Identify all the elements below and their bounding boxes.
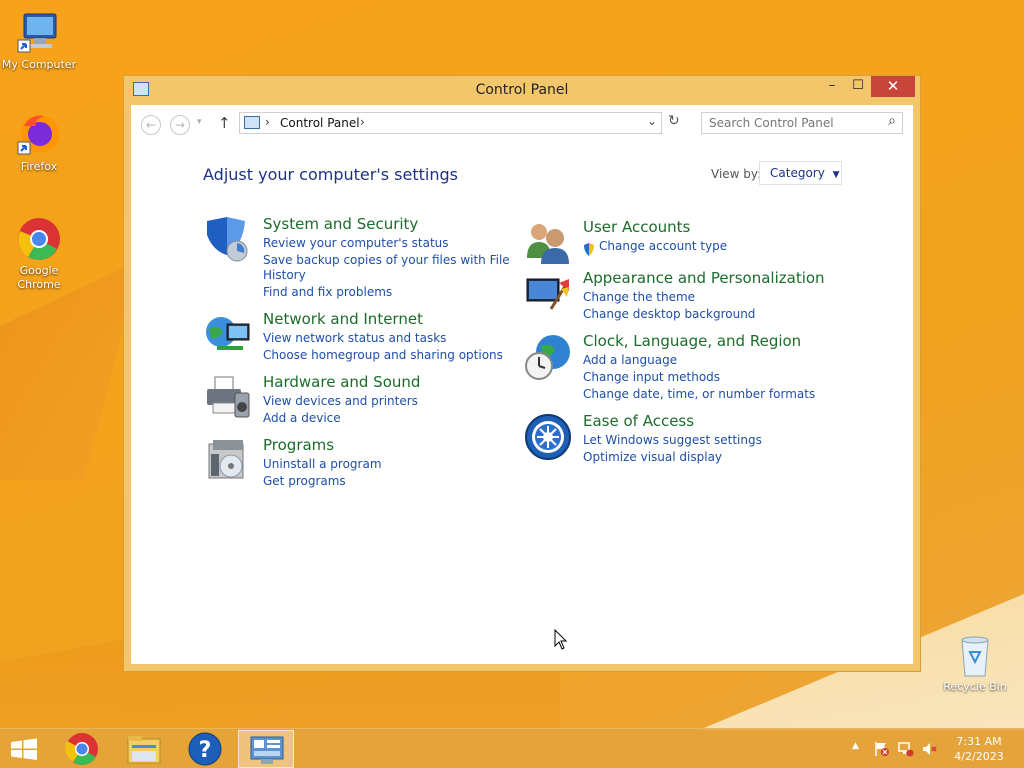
window-title: Control Panel <box>475 82 569 98</box>
minimize-button[interactable]: – <box>818 76 846 97</box>
recycle-bin-icon <box>952 632 998 678</box>
taskbar: ? ▲ 7:31 AM 4/2/2023 <box>0 728 1024 768</box>
forward-button[interactable]: → <box>170 115 190 135</box>
category-title[interactable]: Appearance and Personalization <box>583 269 825 287</box>
desktop-icon-recycle-bin[interactable]: Recycle Bin <box>936 632 1014 694</box>
recent-locations-button[interactable]: ▾ <box>197 117 202 127</box>
link-change-account-type[interactable]: Change account type <box>599 239 727 254</box>
search-icon[interactable]: ⌕ <box>888 113 896 129</box>
category-title[interactable]: Ease of Access <box>583 412 694 430</box>
chrome-icon <box>16 216 62 262</box>
link-get-programs[interactable]: Get programs <box>263 474 346 489</box>
category-title[interactable]: Hardware and Sound <box>263 373 420 391</box>
link-review-status[interactable]: Review your computer's status <box>263 236 449 251</box>
taskbar-control-panel[interactable] <box>238 730 294 768</box>
breadcrumb-separator[interactable]: › <box>360 115 365 129</box>
show-hidden-icons-button[interactable]: ▲ <box>852 741 859 751</box>
link-devices-printers[interactable]: View devices and printers <box>263 394 418 409</box>
link-network-status[interactable]: View network status and tasks <box>263 331 446 346</box>
network-icon[interactable] <box>898 741 914 757</box>
link-uninstall-program[interactable]: Uninstall a program <box>263 457 382 472</box>
category-title[interactable]: System and Security <box>263 215 418 233</box>
appearance-icon[interactable] <box>523 269 573 319</box>
computer-icon <box>16 10 62 56</box>
desktop-icon-label: My Computer <box>1 58 77 71</box>
link-find-fix-problems[interactable]: Find and fix problems <box>263 285 392 300</box>
link-change-date-time-formats[interactable]: Change date, time, or number formats <box>583 387 815 402</box>
page-title: Adjust your computer's settings <box>203 165 458 184</box>
desktop-icon-my-computer[interactable]: My Computer <box>0 10 78 72</box>
link-backup-files-history[interactable]: History <box>263 268 306 283</box>
view-by-dropdown[interactable]: Category ▼ <box>759 161 842 185</box>
breadcrumb-control-panel[interactable]: Control Panel <box>280 116 360 130</box>
navigation-bar: ← → ▾ ↑ › Control Panel › ⌄ ↻ Search Con… <box>131 105 913 143</box>
taskbar-file-explorer[interactable] <box>116 730 172 768</box>
link-windows-suggest-settings[interactable]: Let Windows suggest settings <box>583 433 762 448</box>
view-by-label: View by: <box>711 167 762 181</box>
action-center-flag-icon[interactable] <box>874 741 890 757</box>
taskbar-clock[interactable]: 7:31 AM 4/2/2023 <box>948 734 1010 764</box>
address-dropdown-button[interactable]: ⌄ <box>647 114 657 128</box>
category-title[interactable]: Programs <box>263 436 334 454</box>
address-bar[interactable]: › Control Panel › ⌄ <box>239 112 662 134</box>
clock-time: 7:31 AM <box>956 735 1002 748</box>
user-accounts-icon[interactable] <box>523 218 573 268</box>
link-change-input-methods[interactable]: Change input methods <box>583 370 720 385</box>
taskbar-chrome[interactable] <box>54 730 110 768</box>
start-button[interactable] <box>0 730 56 768</box>
clock-globe-icon[interactable] <box>523 332 573 382</box>
clock-date: 4/2/2023 <box>954 750 1004 763</box>
uac-shield-icon <box>583 241 595 256</box>
desktop-icon-label: Firefox <box>20 160 58 173</box>
control-panel-icon <box>244 116 260 129</box>
mouse-cursor-icon <box>554 628 568 651</box>
svg-text:?: ? <box>199 738 212 763</box>
category-title[interactable]: User Accounts <box>583 218 690 236</box>
link-change-desktop-background[interactable]: Change desktop background <box>583 307 755 322</box>
desktop-icon-chrome[interactable]: Google Chrome <box>0 216 78 292</box>
desktop-icon-label: Recycle Bin <box>943 680 1007 693</box>
chevron-down-icon: ▼ <box>832 170 840 180</box>
search-input[interactable]: Search Control Panel ⌕ <box>701 112 903 134</box>
up-button[interactable]: ↑ <box>218 114 231 132</box>
link-add-device[interactable]: Add a device <box>263 411 341 426</box>
control-panel-window: Control Panel – ☐ ✕ ← → ▾ ↑ › Control Pa… <box>123 75 921 672</box>
network-globe-icon[interactable] <box>203 310 253 360</box>
wallpaper-shape <box>0 260 140 480</box>
volume-muted-icon[interactable] <box>922 741 938 757</box>
category-title[interactable]: Network and Internet <box>263 310 423 328</box>
firefox-icon <box>16 112 62 158</box>
printer-icon[interactable] <box>203 373 253 423</box>
refresh-button[interactable]: ↻ <box>668 113 680 129</box>
window-content: ← → ▾ ↑ › Control Panel › ⌄ ↻ Search Con… <box>131 105 913 664</box>
view-by-value: Category <box>770 166 825 180</box>
link-add-language[interactable]: Add a language <box>583 353 677 368</box>
category-title[interactable]: Clock, Language, and Region <box>583 332 801 350</box>
link-backup-files[interactable]: Save backup copies of your files with Fi… <box>263 253 510 268</box>
link-optimize-visual-display[interactable]: Optimize visual display <box>583 450 722 465</box>
close-button[interactable]: ✕ <box>871 76 915 97</box>
maximize-button[interactable]: ☐ <box>844 76 872 97</box>
taskbar-help[interactable]: ? <box>178 730 234 768</box>
link-homegroup-sharing[interactable]: Choose homegroup and sharing options <box>263 348 503 363</box>
desktop-icon-label: Google Chrome <box>17 264 61 291</box>
desktop-icon-firefox[interactable]: Firefox <box>0 112 78 174</box>
programs-icon[interactable] <box>203 436 253 486</box>
link-change-theme[interactable]: Change the theme <box>583 290 695 305</box>
back-button[interactable]: ← <box>141 115 161 135</box>
breadcrumb-separator: › <box>265 115 270 129</box>
title-bar[interactable]: Control Panel – ☐ ✕ <box>124 76 920 104</box>
ease-of-access-icon[interactable] <box>523 412 573 462</box>
search-placeholder: Search Control Panel <box>709 116 834 130</box>
shield-icon[interactable] <box>203 215 253 265</box>
